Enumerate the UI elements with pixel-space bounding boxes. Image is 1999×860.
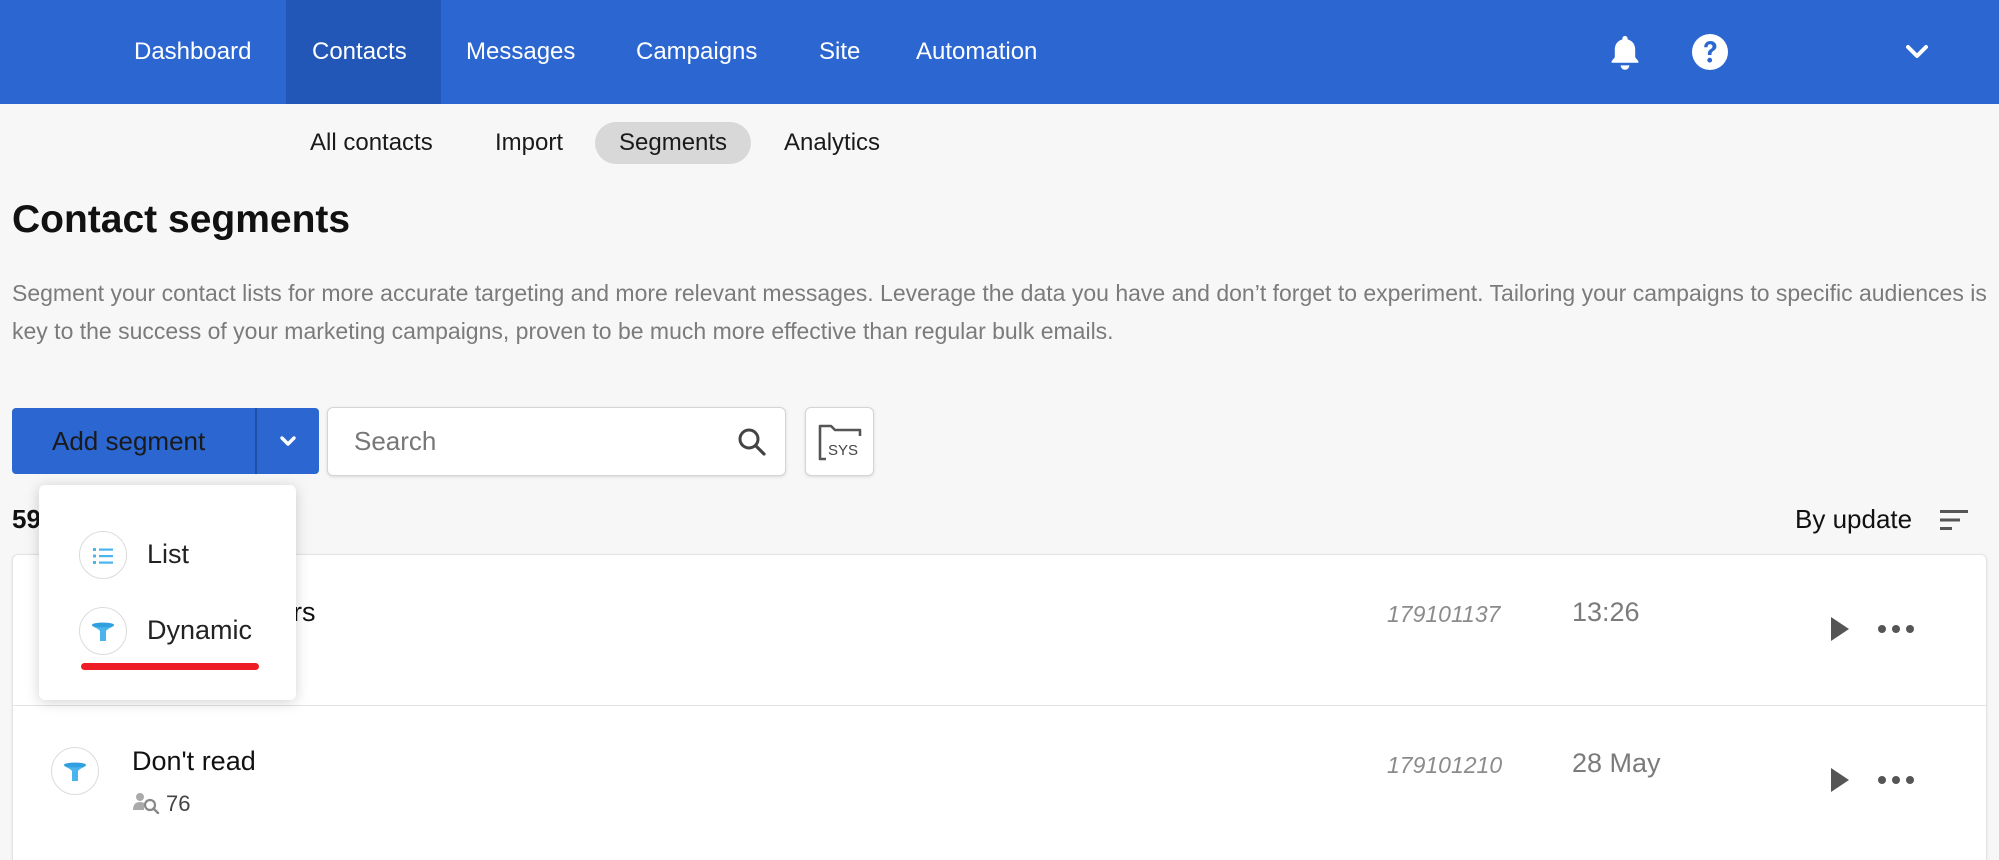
list-icon xyxy=(93,548,113,564)
sort-icon[interactable] xyxy=(1940,508,1968,532)
search-box xyxy=(327,407,786,476)
system-folder-button[interactable]: SYS xyxy=(805,407,874,476)
subnav-analytics[interactable]: Analytics xyxy=(760,122,904,164)
add-segment-split-button: Add segment xyxy=(12,408,319,474)
segment-type-icon xyxy=(51,747,99,795)
add-segment-dropdown: List Dynamic xyxy=(39,485,296,700)
segment-id: 179101137 xyxy=(1387,601,1501,627)
segment-contacts: 76 xyxy=(132,791,190,817)
add-segment-menu-toggle[interactable] xyxy=(257,408,319,474)
chevron-down-icon xyxy=(280,436,296,446)
play-icon[interactable] xyxy=(1821,612,1855,646)
subnav-import[interactable]: Import xyxy=(471,122,587,164)
funnel-icon xyxy=(64,762,86,781)
bell-icon[interactable] xyxy=(1605,32,1645,72)
chevron-down-icon[interactable] xyxy=(1897,32,1937,72)
more-options-icon[interactable] xyxy=(1875,763,1917,797)
dropdown-item-label: List xyxy=(147,539,190,569)
dropdown-item-list[interactable]: List xyxy=(39,523,296,587)
search-input[interactable] xyxy=(328,408,728,475)
sort-label[interactable]: By update xyxy=(1795,504,1912,535)
segment-name[interactable]: Don't read xyxy=(132,746,256,777)
nav-automation[interactable]: Automation xyxy=(890,0,1063,104)
folder-icon: SYS xyxy=(818,424,862,461)
more-options-icon[interactable] xyxy=(1875,612,1917,646)
dropdown-item-dynamic[interactable]: Dynamic xyxy=(39,599,296,663)
highlight-underline xyxy=(81,663,259,670)
nav-dashboard[interactable]: Dashboard xyxy=(108,0,277,104)
subnav-all-contacts[interactable]: All contacts xyxy=(286,122,457,164)
segment-contact-count: 76 xyxy=(166,791,191,816)
nav-campaigns[interactable]: Campaigns xyxy=(610,0,783,104)
help-icon[interactable] xyxy=(1690,32,1730,72)
segment-name[interactable]: rs xyxy=(293,597,316,628)
page-title: Contact segments xyxy=(12,198,351,241)
segment-date: 13:26 xyxy=(1572,597,1640,627)
top-nav: Dashboard Contacts Messages Campaigns Si… xyxy=(0,0,1999,104)
play-icon[interactable] xyxy=(1821,763,1855,797)
nav-site[interactable]: Site xyxy=(793,0,886,104)
segment-list: rs 179101137 13:26 Don't read 76 1791012… xyxy=(12,554,1987,860)
segment-date: 28 May xyxy=(1572,748,1661,778)
nav-contacts[interactable]: Contacts xyxy=(286,0,441,104)
people-search-icon xyxy=(133,793,160,814)
search-icon[interactable] xyxy=(736,426,768,458)
subnav-segments[interactable]: Segments xyxy=(595,122,752,164)
dropdown-item-label: Dynamic xyxy=(147,615,253,645)
segment-count: 59 xyxy=(12,504,41,534)
add-segment-button[interactable]: Add segment xyxy=(12,408,255,474)
funnel-icon xyxy=(92,622,114,641)
segment-row[interactable]: Don't read 76 179101210 28 May xyxy=(13,706,1986,857)
page-description: Segment your contact lists for more accu… xyxy=(12,280,1987,344)
nav-messages[interactable]: Messages xyxy=(440,0,601,104)
segment-row[interactable]: rs 179101137 13:26 xyxy=(13,555,1986,706)
list-icon-badge xyxy=(79,531,127,579)
funnel-icon-badge xyxy=(79,607,127,655)
segment-id: 179101210 xyxy=(1387,752,1503,778)
sys-label: SYS xyxy=(828,442,858,459)
